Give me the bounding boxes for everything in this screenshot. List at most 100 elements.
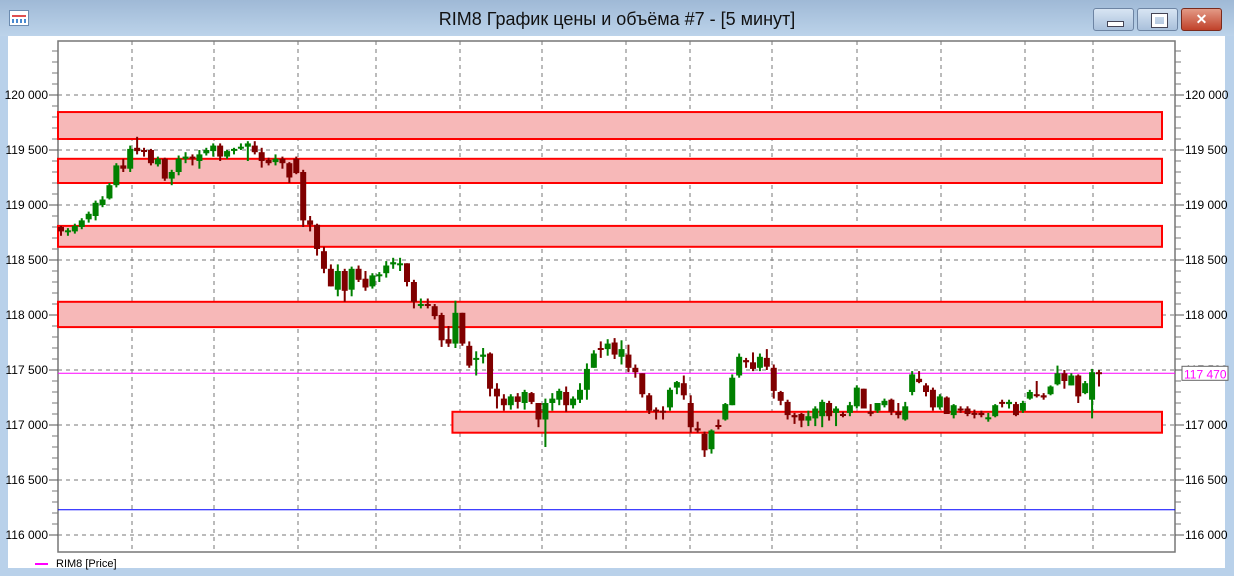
candle-body xyxy=(500,398,507,406)
candle-body xyxy=(563,392,570,406)
candle-body xyxy=(839,414,846,416)
candle-body xyxy=(1006,401,1013,405)
candle-body xyxy=(341,271,348,291)
candle-body xyxy=(120,165,127,169)
candle-body xyxy=(992,405,999,417)
candle-body xyxy=(964,408,971,414)
candle-body xyxy=(950,405,957,416)
y-tick-label-left: 119 000 xyxy=(6,198,49,212)
candle-body xyxy=(237,146,244,149)
candle-body xyxy=(549,398,556,403)
candle-body xyxy=(127,148,134,169)
candle-body xyxy=(1096,372,1102,375)
candle xyxy=(936,394,943,410)
candle xyxy=(293,156,300,175)
candle-body xyxy=(348,268,355,290)
y-tick-label-right: 116 000 xyxy=(1185,528,1228,542)
candle-body xyxy=(618,349,625,357)
candle-body xyxy=(327,268,334,287)
candle-body xyxy=(916,378,923,383)
candle-body xyxy=(258,152,265,161)
candle-body xyxy=(1068,375,1075,386)
candle xyxy=(369,273,376,289)
y-tick-label-left: 118 000 xyxy=(6,308,49,322)
y-tick-label-left: 116 500 xyxy=(6,473,49,487)
legend: RIM8 [Price] xyxy=(35,558,117,570)
candle-body xyxy=(826,403,833,417)
y-tick-label-right: 118 000 xyxy=(1185,308,1228,322)
candle-body xyxy=(417,304,424,306)
candle-body xyxy=(431,306,438,317)
candle-body xyxy=(881,400,888,406)
candle-body xyxy=(203,150,210,154)
candle-body xyxy=(694,428,701,431)
last-price-label: 117 470 xyxy=(1184,367,1227,381)
candle-body xyxy=(680,383,687,396)
candle xyxy=(929,387,936,411)
candle-body xyxy=(507,396,514,406)
candle-body xyxy=(999,401,1006,404)
candle-body xyxy=(182,156,189,159)
candle-body xyxy=(653,409,660,412)
candle-body xyxy=(397,263,404,266)
price-chart[interactable]: 116 000 116 000 116 500 116 500 117 000 117 0… xyxy=(0,0,1234,576)
candle xyxy=(161,157,168,181)
candle-body xyxy=(611,342,618,355)
candle-body xyxy=(1012,404,1019,416)
candle-body xyxy=(535,403,542,420)
candle xyxy=(729,374,736,406)
candle xyxy=(113,163,120,188)
candle-body xyxy=(168,172,175,179)
candle-body xyxy=(770,367,777,391)
candle-body xyxy=(487,353,494,389)
candle-body xyxy=(404,263,410,282)
candle-body xyxy=(175,158,182,172)
candle-body xyxy=(196,154,203,161)
candle-body xyxy=(542,403,549,420)
candle-body xyxy=(597,348,604,350)
candle-body xyxy=(805,416,812,421)
candle-body xyxy=(923,385,929,392)
candle xyxy=(992,404,999,418)
candle xyxy=(666,387,673,411)
candle-body xyxy=(286,163,293,178)
candle-body xyxy=(812,408,819,419)
y-tick-label-left: 117 500 xyxy=(6,363,49,377)
candle-body xyxy=(556,390,563,400)
candle-body xyxy=(660,410,667,413)
candle-body xyxy=(708,430,715,450)
candle-body xyxy=(632,367,639,373)
candle-body xyxy=(791,415,798,418)
candle xyxy=(860,388,867,409)
candle xyxy=(106,183,113,200)
candle-body xyxy=(445,339,452,344)
candle-body xyxy=(154,158,161,165)
candle-body xyxy=(1033,394,1040,397)
candle-body xyxy=(251,145,258,153)
candle-body xyxy=(833,408,840,413)
candle-body xyxy=(383,265,390,274)
candle-body xyxy=(590,353,597,368)
candle xyxy=(722,403,729,421)
candle-body xyxy=(1047,386,1054,395)
y-tick-label-left: 119 500 xyxy=(6,143,49,157)
candle-body xyxy=(58,227,64,232)
candle-body xyxy=(1040,395,1047,398)
candle-body xyxy=(750,362,756,369)
candle-body xyxy=(224,151,231,157)
candle xyxy=(943,396,950,414)
candle-body xyxy=(480,354,487,357)
candle-body xyxy=(583,368,590,390)
price-zone xyxy=(57,224,1163,248)
price-zone xyxy=(451,410,1163,434)
candle-body xyxy=(1082,383,1089,394)
candle xyxy=(639,373,646,398)
candle-body xyxy=(85,213,92,220)
candle-body xyxy=(473,357,480,360)
candle-body xyxy=(106,185,113,199)
candle xyxy=(736,353,743,378)
candle-body xyxy=(978,412,985,416)
candle-body xyxy=(71,225,78,232)
y-tick-label-right: 119 500 xyxy=(1185,143,1228,157)
candle-body xyxy=(424,304,431,306)
